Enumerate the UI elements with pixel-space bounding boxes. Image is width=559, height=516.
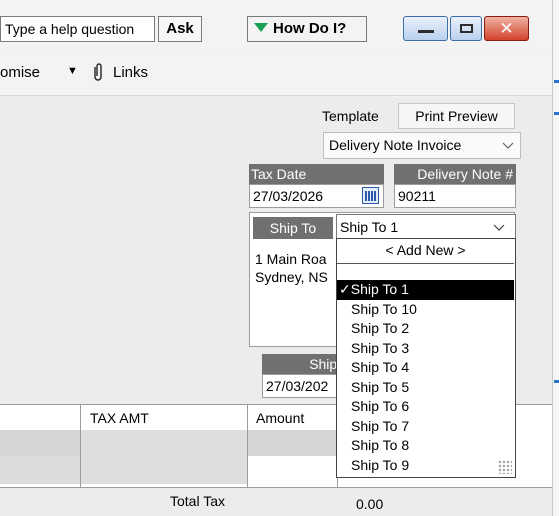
column-header-amount[interactable]: Amount bbox=[256, 410, 304, 426]
checkmark-icon: ✓ bbox=[339, 281, 351, 297]
ship-to-option[interactable]: Ship To 2 bbox=[337, 319, 514, 339]
minimize-button[interactable] bbox=[403, 16, 448, 41]
close-icon: ✕ bbox=[499, 19, 514, 38]
column-header-tax-amt[interactable]: TAX AMT bbox=[90, 410, 149, 426]
delivery-note-number-field[interactable]: 90211 bbox=[394, 184, 516, 208]
calendar-icon[interactable] bbox=[362, 187, 379, 204]
customise-menu[interactable]: omise bbox=[0, 64, 40, 81]
ship-to-option[interactable]: Ship To 5 bbox=[337, 378, 514, 398]
ask-button[interactable]: Ask bbox=[158, 16, 202, 42]
template-label: Template bbox=[322, 108, 379, 124]
ship-to-option-label: Ship To 9 bbox=[351, 456, 410, 473]
print-preview-button[interactable]: Print Preview bbox=[398, 103, 515, 129]
ship-to-option[interactable]: Ship To 7 bbox=[337, 417, 514, 437]
toolbar: omise ▼ Links bbox=[0, 52, 559, 96]
address-line: 1 Main Roa bbox=[255, 251, 327, 267]
column-divider bbox=[247, 404, 248, 488]
how-do-i-button[interactable]: How Do I? bbox=[247, 16, 367, 42]
right-window-edge bbox=[552, 0, 559, 516]
ship-to-option-label: Ship To 7 bbox=[351, 417, 410, 434]
ship-to-option-label: Ship To 8 bbox=[351, 437, 410, 453]
ship-to-option[interactable]: Ship To 10 bbox=[337, 300, 514, 320]
dropdown-divider bbox=[337, 263, 514, 264]
table-row[interactable] bbox=[80, 430, 247, 484]
ship-to-option-label: Ship To 1 bbox=[350, 281, 409, 297]
ship-to-option-label: Ship To 6 bbox=[351, 398, 410, 414]
ship-to-option[interactable]: Ship To 4 bbox=[337, 358, 514, 378]
ship-to-option-label: Ship To 3 bbox=[351, 339, 410, 356]
paperclip-icon[interactable] bbox=[92, 62, 104, 87]
ship-to-address[interactable]: 1 Main Roa Sydney, NS bbox=[255, 250, 337, 286]
ship-to-option-label: Ship To 4 bbox=[351, 359, 410, 375]
ship-to-selected-value: Ship To 1 bbox=[340, 219, 399, 235]
add-new-option[interactable]: < Add New > bbox=[337, 240, 514, 260]
ship-to-option[interactable]: Ship To 6 bbox=[337, 397, 514, 417]
ship-to-option[interactable]: Ship To 8 bbox=[337, 436, 514, 456]
help-question-input[interactable]: Type a help question bbox=[0, 16, 155, 42]
triangle-down-icon bbox=[254, 23, 268, 32]
ship-to-option[interactable]: Ship To 3 bbox=[337, 339, 514, 359]
ship-to-option-label: Ship To 10 bbox=[351, 300, 417, 317]
restore-button[interactable] bbox=[450, 16, 482, 41]
minimize-icon bbox=[418, 30, 434, 33]
ship-to-label: Ship To bbox=[253, 217, 333, 239]
total-tax-label: Total Tax bbox=[170, 493, 225, 509]
tax-date-label: Tax Date bbox=[249, 164, 384, 184]
ship-to-option[interactable]: ✓Ship To 1 bbox=[337, 280, 514, 300]
close-button[interactable]: ✕ bbox=[484, 16, 529, 41]
chevron-down-icon bbox=[502, 133, 514, 166]
table-row[interactable] bbox=[0, 456, 80, 484]
template-selected-value: Delivery Note Invoice bbox=[329, 137, 462, 153]
ship-to-option[interactable]: Ship To 9 bbox=[337, 456, 514, 476]
restore-icon bbox=[460, 24, 473, 33]
total-tax-value: 0.00 bbox=[356, 496, 384, 512]
ship-to-option-label: Ship To 5 bbox=[351, 378, 410, 395]
ship-to-option-label: Ship To 2 bbox=[351, 320, 410, 336]
delivery-note-number-label: Delivery Note # bbox=[394, 164, 516, 184]
links-button[interactable]: Links bbox=[113, 64, 148, 81]
chevron-down-icon[interactable]: ▼ bbox=[67, 65, 78, 77]
address-line: Sydney, NS bbox=[255, 269, 328, 285]
template-select[interactable]: Delivery Note Invoice bbox=[323, 132, 521, 159]
ship-to-select[interactable]: Ship To 1 bbox=[336, 214, 516, 240]
column-divider bbox=[80, 404, 81, 488]
how-do-i-label: How Do I? bbox=[273, 20, 347, 37]
resize-grip-icon[interactable] bbox=[498, 460, 512, 474]
